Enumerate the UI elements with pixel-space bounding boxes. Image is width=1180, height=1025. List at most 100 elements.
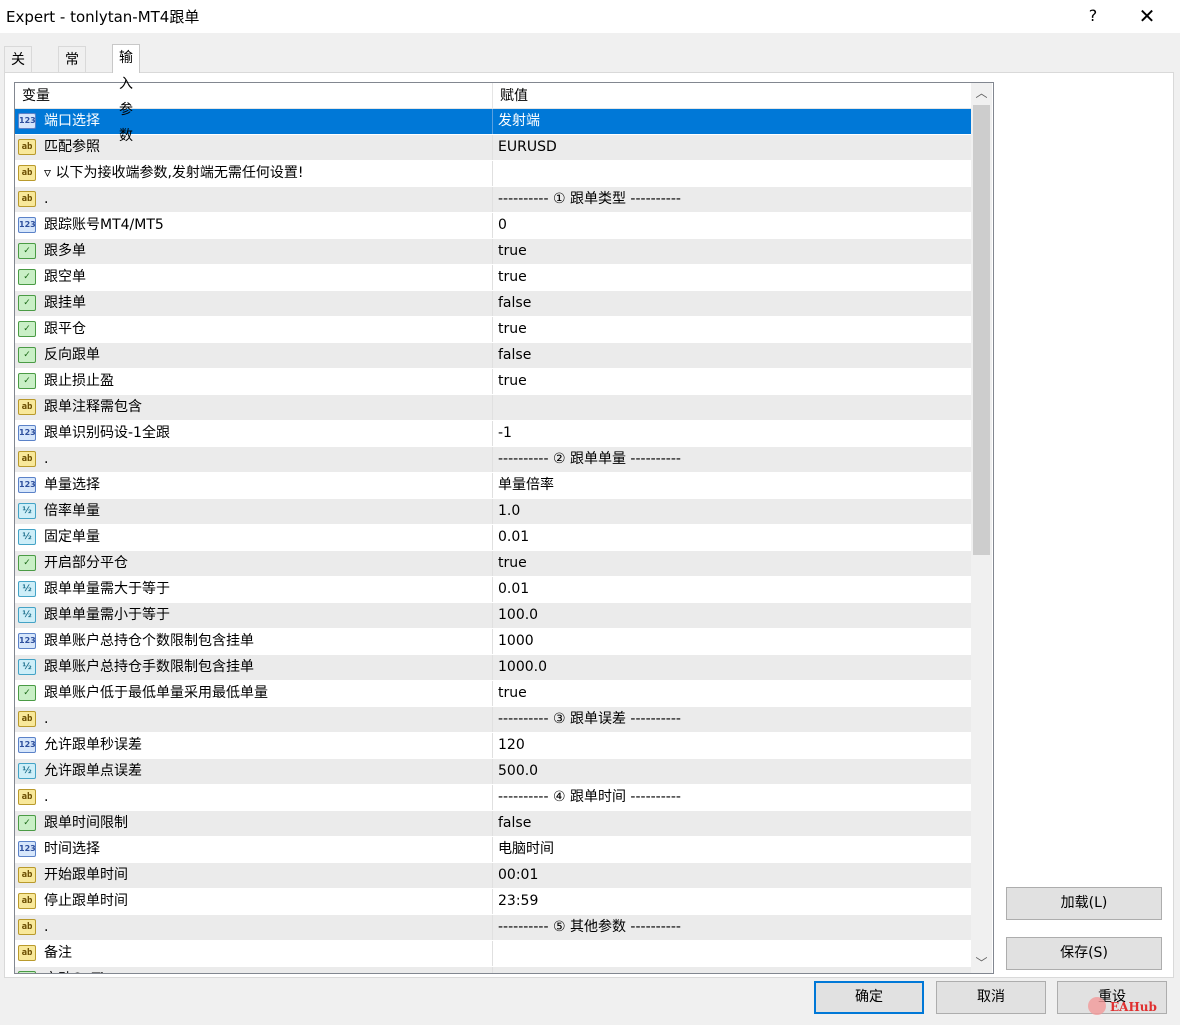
parameter-value[interactable]: 1.0 xyxy=(498,499,968,524)
parameter-row[interactable]: ½ 跟单单量需大于等于 0.01 xyxy=(15,577,971,603)
parameter-value[interactable]: false xyxy=(498,291,968,316)
parameter-row[interactable]: ab ▿ 以下为接收端参数,发射端无需任何设置! xyxy=(15,161,971,187)
parameter-row[interactable]: ab 跟单注释需包含 xyxy=(15,395,971,421)
parameter-name: 跟多单 xyxy=(44,243,86,259)
parameter-value[interactable] xyxy=(498,395,968,420)
int-type-icon: 123 xyxy=(18,737,36,753)
parameter-value[interactable]: 1000 xyxy=(498,629,968,654)
parameter-row[interactable]: ✓ 反向跟单 false xyxy=(15,343,971,369)
parameter-value[interactable]: 1000.0 xyxy=(498,655,968,680)
parameter-row[interactable]: ½ 跟单单量需小于等于 100.0 xyxy=(15,603,971,629)
parameter-value[interactable]: 发射端 xyxy=(498,109,968,134)
str-type-icon: ab xyxy=(18,919,36,935)
column-divider xyxy=(492,889,493,914)
parameter-value[interactable] xyxy=(498,941,968,966)
column-header-variable[interactable]: 变量 xyxy=(15,83,493,108)
parameter-name: 跟踪账号MT4/MT5 xyxy=(44,217,164,233)
parameter-row[interactable]: ab 停止跟单时间 23:59 xyxy=(15,889,971,915)
str-type-icon: ab xyxy=(18,789,36,805)
parameter-value[interactable]: true xyxy=(498,369,968,394)
tab-about[interactable]: 关于 xyxy=(4,46,32,94)
parameter-row[interactable]: ab 备注 xyxy=(15,941,971,967)
parameter-row[interactable]: ab. ---------- ② 跟单单量 ---------- xyxy=(15,447,971,473)
parameter-row[interactable]: ab 匹配参照 EURUSD xyxy=(15,135,971,161)
parameter-row[interactable]: 123 跟单账户总持仓个数限制包含挂单 1000 xyxy=(15,629,971,655)
parameter-value[interactable]: true xyxy=(498,967,968,973)
parameter-row[interactable]: ½ 固定单量 0.01 xyxy=(15,525,971,551)
parameter-row[interactable]: ✓ 跟平仓 true xyxy=(15,317,971,343)
parameter-value[interactable]: 0.01 xyxy=(498,525,968,550)
parameter-value[interactable]: 23:59 xyxy=(498,889,968,914)
parameter-value[interactable]: 120 xyxy=(498,733,968,758)
parameter-value[interactable]: true xyxy=(498,317,968,342)
parameter-row[interactable]: 123 端口选择 发射端 xyxy=(15,109,971,135)
column-divider xyxy=(492,967,493,973)
parameter-value[interactable]: true xyxy=(498,551,968,576)
parameter-row[interactable]: ✓ 跟多单 true xyxy=(15,239,971,265)
parameter-value[interactable]: true xyxy=(498,239,968,264)
parameter-row[interactable]: ✓ 跟止损止盈 true xyxy=(15,369,971,395)
parameter-value[interactable]: false xyxy=(498,811,968,836)
parameter-value[interactable]: true xyxy=(498,265,968,290)
parameter-row[interactable]: 123 跟踪账号MT4/MT5 0 xyxy=(15,213,971,239)
parameter-name: 跟单识别码设-1全跟 xyxy=(44,425,170,441)
parameter-row[interactable]: ab. ---------- ① 跟单类型 ---------- xyxy=(15,187,971,213)
parameter-name: 开始跟单时间 xyxy=(44,867,128,883)
parameter-name: 跟挂单 xyxy=(44,295,86,311)
int-type-icon: 123 xyxy=(18,841,36,857)
parameter-value[interactable]: 电脑时间 xyxy=(498,837,968,862)
parameter-value[interactable]: ---------- ③ 跟单误差 ---------- xyxy=(498,707,968,732)
column-divider xyxy=(492,135,493,160)
cancel-button[interactable]: 取消 xyxy=(936,981,1046,1014)
column-divider xyxy=(492,759,493,784)
close-button[interactable]: ✕ xyxy=(1132,3,1162,29)
parameter-value[interactable]: ---------- ② 跟单单量 ---------- xyxy=(498,447,968,472)
column-header-value[interactable]: 赋值 xyxy=(493,83,970,108)
parameter-value[interactable]: true xyxy=(498,681,968,706)
parameter-row[interactable]: 123 单量选择 单量倍率 xyxy=(15,473,971,499)
parameter-value[interactable]: 0.01 xyxy=(498,577,968,602)
parameter-row[interactable]: ✓ 跟挂单 false xyxy=(15,291,971,317)
scroll-down-icon[interactable]: ﹀ xyxy=(971,953,992,973)
parameter-value[interactable]: ---------- ⑤ 其他参数 ---------- xyxy=(498,915,968,940)
parameter-row[interactable]: ✓ 跟单时间限制 false xyxy=(15,811,971,837)
parameter-value[interactable]: ---------- ④ 跟单时间 ---------- xyxy=(498,785,968,810)
parameter-value[interactable]: false xyxy=(498,343,968,368)
vertical-scrollbar[interactable]: ︿ ﹀ xyxy=(971,83,992,973)
parameter-row[interactable]: 123 允许跟单秒误差 120 xyxy=(15,733,971,759)
parameter-value[interactable]: EURUSD xyxy=(498,135,968,160)
parameter-row[interactable]: ab 开始跟单时间 00:01 xyxy=(15,863,971,889)
column-divider xyxy=(492,915,493,940)
parameter-value[interactable]: 500.0 xyxy=(498,759,968,784)
parameter-row[interactable]: ab. ---------- ④ 跟单时间 ---------- xyxy=(15,785,971,811)
parameter-value[interactable]: ---------- ① 跟单类型 ---------- xyxy=(498,187,968,212)
column-divider xyxy=(492,655,493,680)
parameter-row[interactable]: ab. ---------- ③ 跟单误差 ---------- xyxy=(15,707,971,733)
parameter-row[interactable]: ✓ 跟单账户低于最低单量采用最低单量 true xyxy=(15,681,971,707)
dbl-type-icon: ½ xyxy=(18,659,36,675)
parameter-row[interactable]: 123 跟单识别码设-1全跟 -1 xyxy=(15,421,971,447)
parameter-row[interactable]: ½ 倍率单量 1.0 xyxy=(15,499,971,525)
save-button[interactable]: 保存(S) xyxy=(1006,937,1162,970)
parameter-row[interactable]: ✓ 开启部分平仓 true xyxy=(15,551,971,577)
parameter-row[interactable]: ½ 允许跟单点误差 500.0 xyxy=(15,759,971,785)
load-button[interactable]: 加载(L) xyxy=(1006,887,1162,920)
parameter-row[interactable]: 123 时间选择 电脑时间 xyxy=(15,837,971,863)
scroll-up-icon[interactable]: ︿ xyxy=(971,83,992,103)
parameter-row[interactable]: ab. ---------- ⑤ 其他参数 ---------- xyxy=(15,915,971,941)
parameter-name: 跟单注释需包含 xyxy=(44,399,142,415)
parameter-row[interactable]: ✓ 跟空单 true xyxy=(15,265,971,291)
help-button[interactable]: ? xyxy=(1078,3,1108,29)
tab-common[interactable]: 常用 xyxy=(58,46,86,94)
parameter-value[interactable]: 00:01 xyxy=(498,863,968,888)
parameter-value[interactable]: -1 xyxy=(498,421,968,446)
parameter-value[interactable] xyxy=(498,161,968,186)
parameter-value[interactable]: 0 xyxy=(498,213,968,238)
parameter-value[interactable]: 100.0 xyxy=(498,603,968,628)
tab-inputs[interactable]: 输入参数 xyxy=(112,44,140,144)
ok-button[interactable]: 确定 xyxy=(814,981,924,1014)
scrollbar-thumb[interactable] xyxy=(973,105,990,555)
parameter-row[interactable]: ✓ 启动OnTimer true xyxy=(15,967,971,973)
parameter-row[interactable]: ½ 跟单账户总持仓手数限制包含挂单 1000.0 xyxy=(15,655,971,681)
parameter-value[interactable]: 单量倍率 xyxy=(498,473,968,498)
